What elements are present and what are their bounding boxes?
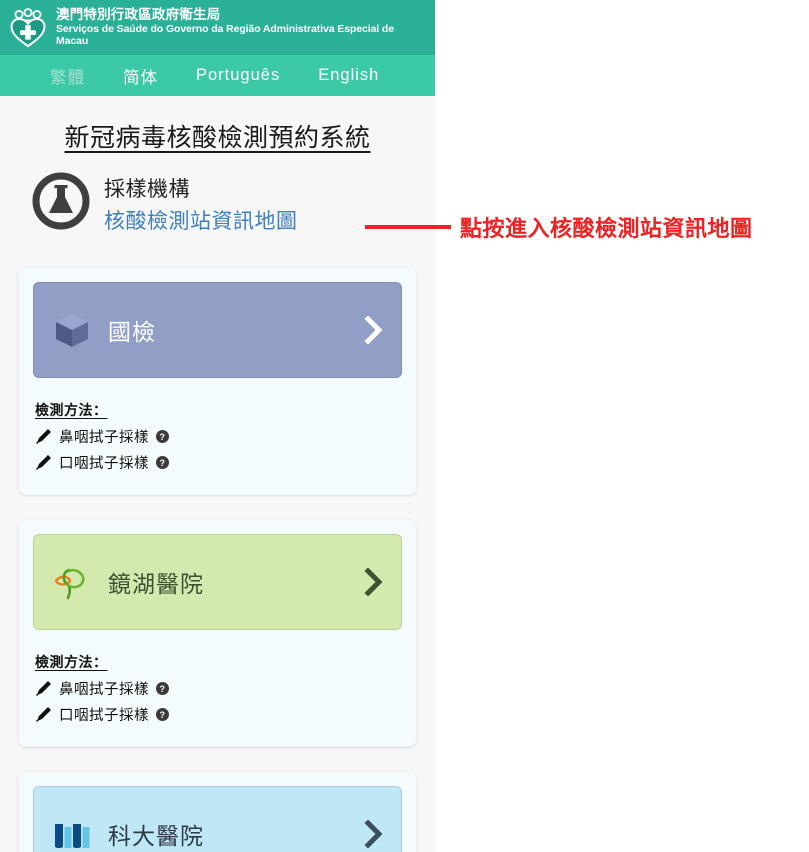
- health-heart-cross-logo: [10, 7, 46, 48]
- chevron-right-icon[interactable]: [363, 316, 385, 344]
- swab-icon: [35, 428, 52, 445]
- svg-text:?: ?: [160, 458, 166, 468]
- green-heart-leaf-icon: [50, 560, 94, 604]
- institution-card: 科大醫院 檢測方法： 鼻咽拭子採樣 ?: [18, 771, 417, 852]
- methods-block: 檢測方法： 鼻咽拭子採樣 ? 口咽拭子採樣 ?: [33, 378, 402, 480]
- method-row: 口咽拭子採樣 ?: [35, 704, 402, 725]
- methods-heading: 檢測方法：: [35, 654, 108, 670]
- svg-text:?: ?: [160, 684, 166, 694]
- institution-name: 科大醫院: [108, 823, 204, 849]
- lang-tab-portuguese[interactable]: Português: [196, 66, 280, 85]
- swab-icon: [35, 454, 52, 471]
- org-name-pt: Serviços de Saúde do Governo da Região A…: [56, 23, 394, 48]
- blue-bars-icon: [50, 812, 94, 852]
- method-label: 口咽拭子採樣: [59, 456, 149, 472]
- mobile-viewport: 澳門特別行政區政府衛生局 Serviços de Saúde do Govern…: [0, 0, 435, 852]
- institution-name: 鏡湖醫院: [108, 571, 204, 597]
- method-row: 鼻咽拭子採樣 ?: [35, 426, 402, 447]
- svg-text:?: ?: [160, 710, 166, 720]
- sampling-org-row: 採樣機構 核酸檢測站資訊地圖: [0, 154, 435, 235]
- swab-icon: [35, 680, 52, 697]
- institution-banner-guojian[interactable]: 國檢: [33, 282, 402, 378]
- org-title-block: 澳門特別行政區政府衛生局 Serviços de Saúde do Govern…: [56, 7, 396, 48]
- testing-station-map-link[interactable]: 核酸檢測站資訊地圖: [104, 205, 298, 235]
- institution-card-list: 國檢 檢測方法： 鼻咽拭子採樣 ? 口咽拭子採樣 ? 鏡湖醫院 檢測方法： 鼻咽…: [0, 235, 435, 852]
- institution-card: 鏡湖醫院 檢測方法： 鼻咽拭子採樣 ? 口咽拭子採樣 ?: [18, 519, 417, 747]
- language-bar: 繁體 简体 Português English: [0, 55, 435, 96]
- methods-heading: 檢測方法：: [35, 402, 108, 418]
- page-title-area: 新冠病毒核酸檢測預約系統: [0, 96, 435, 154]
- annotation-pointer-line: [365, 225, 451, 229]
- chevron-right-icon[interactable]: [363, 820, 385, 848]
- method-label: 鼻咽拭子採樣: [59, 682, 149, 698]
- method-row: 口咽拭子採樣 ?: [35, 452, 402, 473]
- site-header: 澳門特別行政區政府衛生局 Serviços de Saúde do Govern…: [0, 0, 435, 55]
- annotation-text: 點按進入核酸檢測站資訊地圖: [460, 216, 753, 241]
- flask-circle-icon: [32, 172, 90, 235]
- help-icon[interactable]: ?: [156, 456, 169, 469]
- org-name-zh: 澳門特別行政區政府衛生局: [56, 7, 221, 23]
- sampling-org-text: 採樣機構 核酸檢測站資訊地圖: [104, 173, 298, 235]
- methods-block: 檢測方法： 鼻咽拭子採樣 ? 口咽拭子採樣 ?: [33, 630, 402, 732]
- lang-tab-simplified-chinese[interactable]: 简体: [123, 64, 158, 88]
- help-icon[interactable]: ?: [156, 430, 169, 443]
- method-label: 鼻咽拭子採樣: [59, 430, 149, 446]
- lang-tab-english[interactable]: English: [318, 66, 379, 85]
- method-label: 口咽拭子採樣: [59, 708, 149, 724]
- sampling-org-label: 採樣機構: [104, 177, 190, 201]
- institution-name: 國檢: [108, 319, 156, 345]
- institution-card: 國檢 檢測方法： 鼻咽拭子採樣 ? 口咽拭子採樣 ?: [18, 267, 417, 495]
- help-icon[interactable]: ?: [156, 708, 169, 721]
- cube-icon: [50, 308, 94, 352]
- svg-text:?: ?: [160, 432, 166, 442]
- institution-banner-kianghu[interactable]: 鏡湖醫院: [33, 534, 402, 630]
- method-row: 鼻咽拭子採樣 ?: [35, 678, 402, 699]
- lang-tab-traditional-chinese[interactable]: 繁體: [50, 64, 85, 88]
- help-icon[interactable]: ?: [156, 682, 169, 695]
- institution-banner-mustcth[interactable]: 科大醫院: [33, 786, 402, 852]
- page-title: 新冠病毒核酸檢測預約系統: [64, 124, 371, 152]
- chevron-right-icon[interactable]: [363, 568, 385, 596]
- swab-icon: [35, 706, 52, 723]
